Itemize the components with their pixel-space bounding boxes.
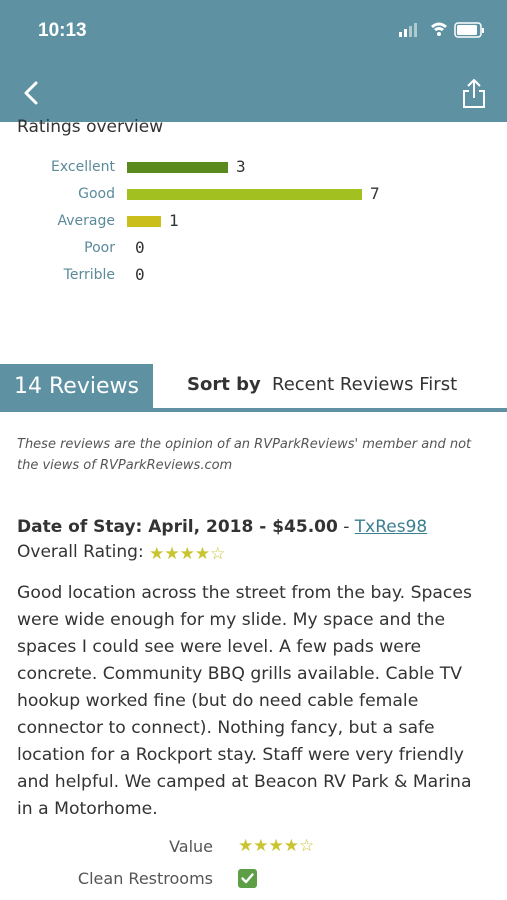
sort-select[interactable]: Recent Reviews First <box>272 374 457 395</box>
tab-underline <box>0 408 507 412</box>
overall-rating-label: Overall Rating: <box>17 542 144 562</box>
chevron-left-icon <box>24 81 38 105</box>
rating-row-excellent: Excellent 3 <box>0 157 507 179</box>
review-author-link[interactable]: TxRes98 <box>355 517 427 537</box>
back-button[interactable] <box>16 77 46 109</box>
rating-row-terrible: Terrible 0 <box>0 265 507 287</box>
rating-row-good: Good 7 <box>0 184 507 206</box>
rating-bar <box>127 162 228 173</box>
sub-rating-label: Clean Restrooms <box>77 869 213 888</box>
review-separator: - <box>337 517 355 537</box>
rating-count: 1 <box>169 211 179 230</box>
ratings-overview-title: Ratings overview <box>17 117 164 137</box>
rating-count: 0 <box>135 238 145 257</box>
rating-count: 3 <box>236 157 246 176</box>
rating-count: 7 <box>370 184 380 203</box>
review-body: Good location across the street from the… <box>17 583 472 819</box>
status-time: 10:13 <box>38 20 87 41</box>
share-icon <box>463 79 485 108</box>
reviews-disclaimer: These reviews are the opinion of an RVPa… <box>17 437 472 473</box>
rating-row-poor: Poor 0 <box>0 238 507 260</box>
sub-rating-clean-restrooms: Clean Restrooms <box>0 866 507 892</box>
rating-label: Excellent <box>51 159 115 175</box>
reviews-tab-bar: 14 Reviews Sort by Recent Reviews First <box>0 364 507 414</box>
review-date: Date of Stay: April, 2018 - $45.00 <box>17 517 338 537</box>
sort-by-label: Sort by <box>187 374 261 395</box>
sub-rating-stars: ★★★★☆ <box>238 836 315 856</box>
rating-label: Average <box>57 213 116 229</box>
sub-rating-label: Value <box>169 837 213 856</box>
rating-label: Terrible <box>63 267 115 283</box>
overall-rating-stars: ★★★★☆ <box>149 544 226 564</box>
review-header: Date of Stay: April, 2018 - $45.00 - TxR… <box>17 517 427 537</box>
rating-row-average: Average 1 <box>0 211 507 233</box>
check-icon <box>238 869 257 888</box>
sub-rating-value: Value ★★★★☆ <box>0 834 507 860</box>
signal-wifi-battery-icon <box>399 22 484 38</box>
rating-count: 0 <box>135 265 145 284</box>
rating-bar <box>127 189 362 200</box>
nav-bar <box>0 62 507 122</box>
rating-bar <box>127 216 161 227</box>
rating-label: Poor <box>84 240 115 256</box>
tab-reviews[interactable]: 14 Reviews <box>0 364 153 410</box>
overall-rating: Overall Rating: ★★★★☆ <box>17 542 225 564</box>
rating-label: Good <box>78 186 115 202</box>
status-icons <box>397 20 487 42</box>
share-button[interactable] <box>459 76 489 110</box>
status-bar: 10:13 <box>0 0 507 62</box>
